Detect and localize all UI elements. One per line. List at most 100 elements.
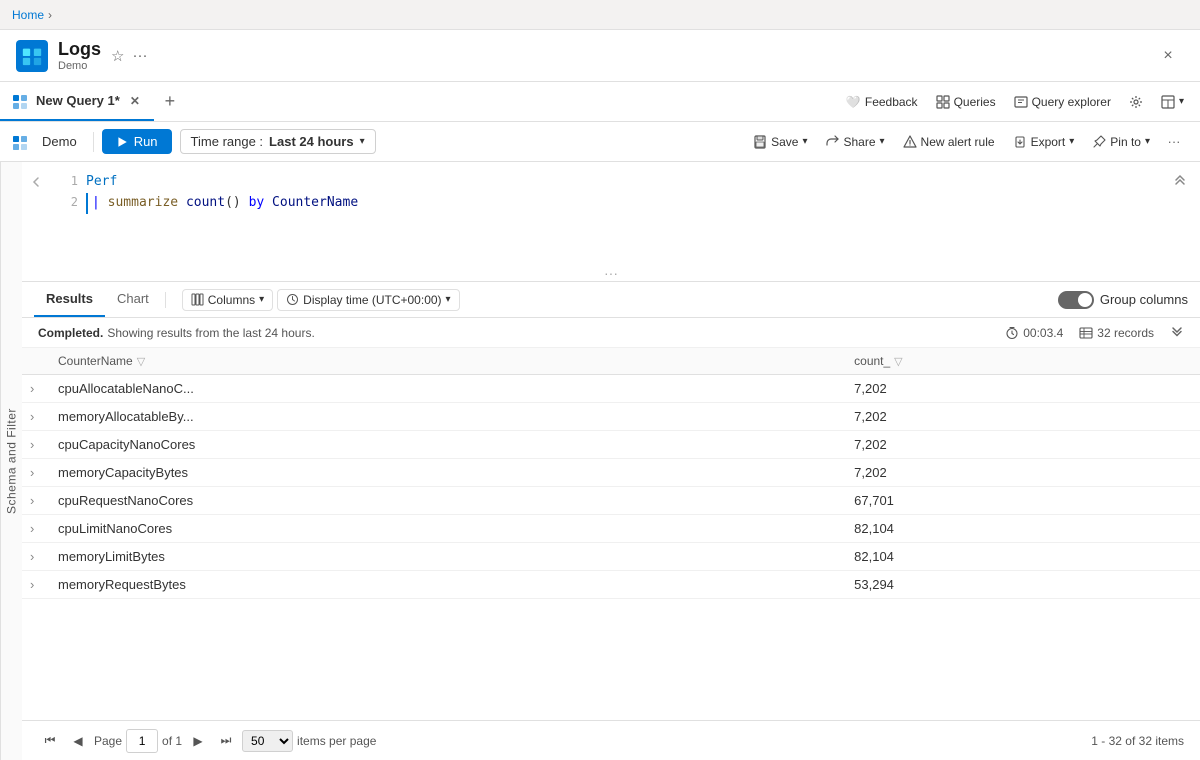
row-expand-button[interactable]: ›: [22, 459, 46, 487]
more-actions-button[interactable]: ···: [1160, 128, 1188, 156]
status-left: Completed. Showing results from the last…: [38, 326, 315, 340]
th-expand: [22, 348, 46, 375]
query-explorer-button[interactable]: Query explorer: [1006, 91, 1119, 113]
row-expand-button[interactable]: ›: [22, 403, 46, 431]
row-counter-name: cpuCapacityNanoCores: [46, 431, 842, 459]
group-columns-label: Group columns: [1100, 292, 1188, 307]
table-row: › memoryCapacityBytes 7,202: [22, 459, 1200, 487]
pin-to-button[interactable]: Pin to ▾: [1084, 131, 1158, 153]
close-button[interactable]: ×: [1152, 40, 1184, 72]
table-row: › memoryRequestBytes 53,294: [22, 571, 1200, 599]
chevrons-up-icon: [1172, 174, 1188, 190]
row-count: 82,104: [842, 515, 1200, 543]
row-count: 7,202: [842, 375, 1200, 403]
table-icon: [1079, 326, 1093, 340]
tab-chart[interactable]: Chart: [105, 282, 161, 317]
alert-icon: [903, 135, 917, 149]
row-counter-name: cpuRequestNanoCores: [46, 487, 842, 515]
add-tab-button[interactable]: +: [154, 82, 186, 121]
save-chevron-icon: ▾: [802, 136, 807, 147]
columns-button[interactable]: Columns ▾: [182, 289, 273, 311]
more-icon[interactable]: ···: [132, 47, 147, 64]
row-count: 67,701: [842, 487, 1200, 515]
settings-button[interactable]: [1121, 91, 1151, 113]
toggle-knob: [1078, 293, 1092, 307]
schema-filter-sidebar[interactable]: Schema and Filter: [0, 162, 22, 760]
timer-icon: [1005, 326, 1019, 340]
row-expand-button[interactable]: ›: [22, 571, 46, 599]
export-chevron-icon: ▾: [1069, 136, 1074, 147]
row-counter-name: memoryRequestBytes: [46, 571, 842, 599]
breadcrumb-separator: ›: [48, 8, 52, 22]
result-tab-spacer: [460, 282, 1046, 317]
queries-icon: [936, 95, 950, 109]
tab-query1[interactable]: New Query 1* ✕: [0, 82, 154, 121]
query-explorer-label: Query explorer: [1032, 95, 1111, 109]
display-time-button[interactable]: Display time (UTC+00:00) ▾: [277, 289, 459, 311]
page-range-info: 1 - 32 of 32 items: [1091, 734, 1184, 748]
breadcrumb-home[interactable]: Home: [12, 8, 44, 22]
gear-icon: [1129, 95, 1143, 109]
filter-counter-name-icon[interactable]: ▽: [137, 355, 145, 368]
query-tab-icon: [12, 93, 28, 109]
code-content-2: | summarize count() by CounterName: [86, 193, 358, 214]
duration-value: 00:03.4: [1023, 326, 1063, 340]
group-columns-toggle[interactable]: [1058, 291, 1094, 309]
status-bar: Completed. Showing results from the last…: [22, 318, 1200, 348]
run-button[interactable]: Run: [102, 129, 172, 154]
status-detail: Showing results from the last 24 hours.: [107, 326, 314, 340]
expand-results-button[interactable]: [1170, 324, 1184, 341]
last-page-button[interactable]: ⏭: [214, 729, 238, 753]
feedback-button[interactable]: 🤍 Feedback: [838, 91, 926, 113]
results-table: CounterName ▽ count_ ▽: [22, 348, 1200, 599]
row-expand-button[interactable]: ›: [22, 375, 46, 403]
next-page-button[interactable]: ▶: [186, 729, 210, 753]
editor-collapse-left[interactable]: [22, 162, 50, 281]
items-per-page-label: items per page: [297, 734, 376, 748]
group-columns-toggle-group: Group columns: [1058, 282, 1188, 317]
code-editor[interactable]: 1 Perf 2 | summarize count() by CounterN…: [22, 162, 1200, 282]
row-expand-button[interactable]: ›: [22, 515, 46, 543]
row-count: 7,202: [842, 431, 1200, 459]
th-counter-name: CounterName ▽: [46, 348, 842, 375]
tab-results[interactable]: Results: [34, 282, 105, 317]
table-row: › cpuAllocatableNanoC... 7,202: [22, 375, 1200, 403]
workspace-label: Demo: [34, 134, 85, 149]
table-row: › cpuLimitNanoCores 82,104: [22, 515, 1200, 543]
export-label: Export: [1031, 135, 1066, 149]
page-number-input[interactable]: [126, 729, 158, 753]
th-counter-name-label: CounterName: [58, 354, 133, 368]
row-expand-button[interactable]: ›: [22, 543, 46, 571]
save-button[interactable]: Save ▾: [745, 131, 815, 153]
tab-close-button[interactable]: ✕: [128, 92, 142, 110]
share-button[interactable]: Share ▾: [817, 131, 892, 153]
filter-count-icon[interactable]: ▽: [894, 355, 902, 368]
workspace-icon: [12, 134, 28, 150]
row-count: 53,294: [842, 571, 1200, 599]
save-icon: [753, 135, 767, 149]
app-subtitle: Demo: [58, 60, 101, 72]
row-expand-button[interactable]: ›: [22, 431, 46, 459]
time-range-button[interactable]: Time range : Last 24 hours ▾: [180, 129, 376, 154]
table-body: › cpuAllocatableNanoC... 7,202 › memoryA…: [22, 375, 1200, 599]
star-icon[interactable]: ☆: [111, 47, 124, 65]
drag-handle[interactable]: ···: [596, 265, 626, 281]
columns-icon: [191, 293, 204, 306]
export-icon: [1013, 135, 1027, 149]
queries-button[interactable]: Queries: [928, 91, 1004, 113]
layout-button[interactable]: ▾: [1153, 91, 1192, 113]
display-time-chevron-icon: ▾: [446, 294, 451, 305]
new-alert-button[interactable]: New alert rule: [895, 131, 1003, 153]
per-page-select[interactable]: 50 100 200: [242, 730, 293, 752]
first-page-button[interactable]: ⏮: [38, 729, 62, 753]
export-button[interactable]: Export ▾: [1005, 131, 1083, 153]
result-tab-divider: [165, 292, 166, 308]
row-expand-button[interactable]: ›: [22, 487, 46, 515]
editor-collapse-up[interactable]: [1168, 170, 1192, 194]
time-range-chevron: ▾: [360, 136, 365, 147]
prev-page-button[interactable]: ◀: [66, 729, 90, 753]
app-header: Logs Demo ☆ ··· ×: [0, 30, 1200, 82]
tab-bar-right: 🤍 Feedback Queries Query explorer: [830, 82, 1200, 121]
code-content-1: Perf: [86, 172, 117, 193]
heart-icon: 🤍: [846, 95, 861, 109]
